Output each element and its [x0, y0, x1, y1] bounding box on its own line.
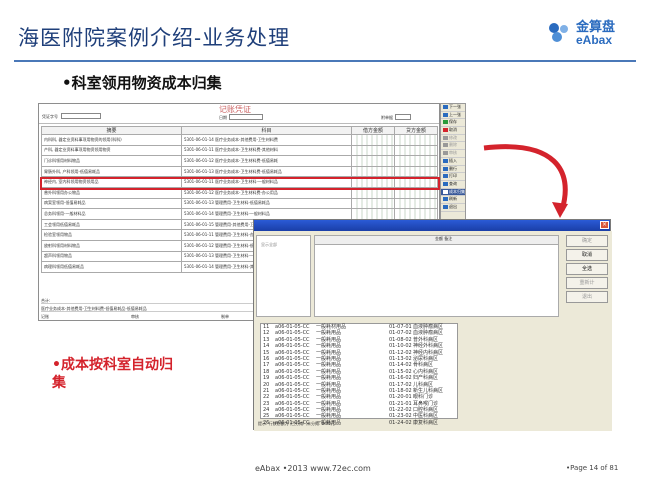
bullet-sub: •成本按科室自动归集 — [52, 357, 173, 391]
row-debit[interactable] — [351, 208, 395, 220]
toolbar-item-label: 保存 — [449, 119, 457, 125]
toolbar-item-label: 上一张 — [449, 111, 461, 117]
toolbar-item[interactable]: 下一张 — [441, 104, 465, 112]
row-account[interactable]: 5301-06-01-13 管理费用-卫生材料-低值易耗品 — [181, 197, 352, 210]
red-arrow — [483, 144, 568, 218]
toolbar-item[interactable]: 保存 — [441, 119, 465, 128]
row-summary[interactable]: 内科科, 器定业资料事项用物资的领用(科科) — [41, 134, 182, 146]
row-debit[interactable] — [351, 144, 395, 157]
window-status: 提示: 行数总额为 ,已分摊: ,未分摊: 0.00元. — [258, 421, 336, 426]
slide: 海医附院案例介绍-业务处理 金算盘 eAbax •科室领用物资成本归集 凭证字号… — [0, 0, 650, 490]
allocation-grid: 金额 备注 — [314, 235, 559, 317]
row-credit[interactable] — [394, 197, 438, 210]
maker-label: 记账 — [41, 314, 49, 319]
show-all-label: 显示全部 — [261, 242, 277, 247]
window-body: 显示全部 金额 备注 确定取消全选重新计退出 11 a06-01-05-CC 一般耗… — [254, 231, 612, 431]
title-divider — [14, 60, 636, 62]
table-row[interactable]: 胃肠外科, 产科领用-低值易耗品 5301-06-01-13 医疗业务成本-卫生材… — [41, 165, 438, 178]
highlighted-row-frame — [40, 177, 440, 190]
voucher-header: 凭证字号 记账凭证 日期 附单据 — [39, 104, 439, 124]
row-credit[interactable] — [394, 165, 438, 178]
voucher-table-header: 摘要 科目 借方金额 贷方金额 — [41, 126, 438, 135]
date-label: 日期 — [219, 115, 227, 120]
footer-page: •Page 14 of 81 — [566, 464, 619, 472]
row-summary[interactable]: 工会领用低值易耗品 — [41, 218, 182, 231]
row-summary[interactable]: 产科, 器定业资料事项用物资领用物资 — [41, 144, 182, 157]
row-summary[interactable]: 病理科领用低值易耗品 — [41, 261, 182, 273]
slide-title: 海医附院案例介绍-业务处理 — [18, 26, 291, 50]
window-buttons: 确定取消全选重新计退出 — [566, 235, 608, 305]
col-debit: 借方金额 — [351, 126, 395, 135]
table-row[interactable]: 产科, 器定业资料事项用物资领用物资 5301-06-01-11 医疗业务成本-卫… — [41, 144, 438, 157]
table-row[interactable]: 门诊科领用材料物品 5301-06-01-12 医疗业务成本-卫生材料费-低值易耗 — [41, 155, 438, 167]
row-account[interactable]: 5301-06-01-12 医疗业务成本-卫生材料费-低值易耗 — [181, 155, 352, 167]
toolbar-icon — [443, 105, 448, 109]
toolbar-item-label: 下一张 — [449, 104, 461, 109]
row-debit[interactable] — [351, 197, 395, 210]
row-credit[interactable] — [394, 155, 438, 167]
bullet-main: •科室领用物资成本归集 — [62, 74, 222, 92]
col-account: 科目 — [181, 126, 352, 135]
attach-label: 附单据 — [381, 115, 393, 120]
table-row[interactable]: 内科科, 器定业资料事项用物资的领用(科科) 5301-06-01-14 医疗业务… — [41, 134, 438, 146]
row-summary[interactable]: 总务科领用-一般材料品 — [41, 208, 182, 220]
close-icon[interactable]: × — [600, 221, 609, 229]
voucher-no-field[interactable] — [61, 113, 101, 119]
toolbar-icon — [443, 128, 448, 133]
row-summary[interactable]: 超声科领用物品 — [41, 250, 182, 263]
attach-field[interactable] — [395, 114, 411, 120]
row-debit[interactable] — [351, 165, 395, 178]
abacus-logo-icon — [549, 23, 568, 42]
material-list: 11 a06-01-05-CC 一般耗材用品 01-07-01 血液肿瘤病区 12 a06-… — [260, 323, 458, 426]
row-credit[interactable] — [394, 208, 438, 220]
row-summary[interactable]: 检验室领用物品 — [41, 229, 182, 241]
table-row[interactable]: 总务科领用-一般材料品 5301-06-01-14 管理费用-卫生材料-一般材料品 — [41, 208, 438, 220]
row-credit[interactable] — [394, 134, 438, 146]
creator-label: 制单 — [221, 314, 229, 319]
table-row[interactable]: 病案室领用-低值易耗品 5301-06-01-13 管理费用-卫生材料-低值易耗品 — [41, 197, 438, 210]
brand-logo: 金算盘 eAbax — [546, 14, 634, 50]
window-button[interactable]: 退出 — [566, 291, 608, 303]
col-credit: 贷方金额 — [394, 126, 438, 135]
voucher-no-label: 凭证字号 — [42, 114, 58, 119]
row-credit[interactable] — [394, 144, 438, 157]
row-account[interactable]: 5301-06-01-13 医疗业务成本-卫生材料费-低值易耗品 — [181, 165, 352, 178]
reviewer-label: 审核 — [131, 314, 139, 319]
row-account[interactable]: 5301-06-01-14 管理费用-卫生材料-一般材料品 — [181, 208, 352, 220]
left-panel: 显示全部 — [256, 235, 311, 317]
row-summary[interactable]: 胃肠外科, 产科领用-低值易耗品 — [41, 165, 182, 178]
toolbar-item[interactable]: 取消 — [441, 127, 465, 135]
row-debit[interactable] — [351, 155, 395, 167]
window-button[interactable]: 全选 — [566, 263, 608, 275]
row-account[interactable]: 5301-06-01-14 医疗业务成本-其他费用-卫生材料费 — [181, 134, 352, 146]
row-account[interactable]: 5301-06-01-11 医疗业务成本-卫生材料费-其他材料 — [181, 144, 352, 157]
window-button[interactable]: 取消 — [566, 249, 608, 261]
row-summary[interactable]: 放射科领用材料物品 — [41, 239, 182, 252]
row-summary[interactable]: 门诊科领用材料物品 — [41, 155, 182, 167]
row-debit[interactable] — [351, 134, 395, 146]
window-titlebar: × — [254, 220, 610, 231]
col-summary: 摘要 — [41, 126, 182, 135]
logo-text-en: eAbax — [576, 33, 613, 47]
grid-header: 金额 备注 — [315, 236, 558, 245]
cost-allocation-window: × 显示全部 金额 备注 确定取消全选重新计退出 11 a06-01-05-CC 一… — [253, 219, 612, 431]
window-button[interactable]: 重新计 — [566, 277, 608, 289]
toolbar-icon — [443, 120, 448, 125]
date-field[interactable] — [229, 114, 263, 120]
footer-copyright: eAbax •2013 www.72ec.com — [255, 464, 371, 473]
window-button[interactable]: 确定 — [566, 235, 608, 247]
toolbar-icon — [443, 112, 448, 117]
row-summary[interactable]: 病案室领用-低值易耗品 — [41, 197, 182, 210]
toolbar-item-label: 修改 — [449, 134, 457, 140]
toolbar-item[interactable]: 上一张 — [441, 112, 465, 120]
toolbar-item-label: 取消 — [449, 127, 457, 133]
